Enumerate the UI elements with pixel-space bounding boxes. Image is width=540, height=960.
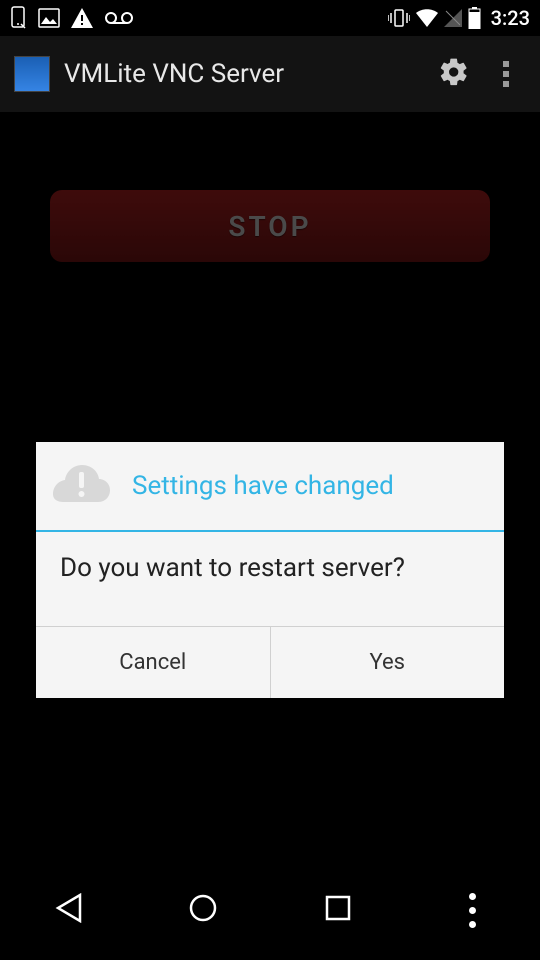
overflow-dot-icon bbox=[503, 71, 509, 77]
overflow-dot-icon bbox=[503, 61, 509, 67]
dialog-message: Do you want to restart server? bbox=[60, 552, 480, 586]
overflow-dot-icon bbox=[503, 81, 509, 87]
status-left bbox=[10, 6, 134, 30]
home-icon bbox=[188, 893, 218, 927]
nav-home-button[interactable] bbox=[163, 880, 243, 940]
warning-cloud-icon bbox=[50, 462, 112, 510]
nav-back-button[interactable] bbox=[28, 880, 108, 940]
nav-dot-icon bbox=[469, 907, 476, 914]
warning-icon bbox=[70, 7, 94, 29]
overflow-menu-button[interactable] bbox=[486, 48, 526, 100]
status-bar: 3:23 bbox=[0, 0, 540, 36]
vibrate-icon bbox=[388, 8, 410, 28]
status-time: 3:23 bbox=[491, 6, 530, 30]
status-right: 3:23 bbox=[388, 6, 530, 30]
back-icon bbox=[54, 893, 82, 927]
dialog-title: Settings have changed bbox=[132, 471, 394, 501]
nav-bar bbox=[0, 860, 540, 960]
content-area: STOP Settings have changed Do you want t… bbox=[0, 112, 540, 860]
dialog-buttons: Cancel Yes bbox=[36, 626, 504, 698]
image-icon bbox=[38, 8, 60, 28]
nav-more-button[interactable] bbox=[433, 880, 513, 940]
battery-icon bbox=[468, 7, 481, 29]
settings-button[interactable] bbox=[428, 48, 480, 100]
nav-dot-icon bbox=[469, 921, 476, 928]
wifi-icon bbox=[416, 9, 438, 27]
app-bar: VMLite VNC Server bbox=[0, 36, 540, 112]
gear-icon bbox=[438, 56, 470, 92]
cancel-button[interactable]: Cancel bbox=[36, 627, 271, 698]
dialog-message-area: Do you want to restart server? bbox=[36, 532, 504, 626]
yes-button[interactable]: Yes bbox=[271, 627, 505, 698]
nav-dot-icon bbox=[469, 893, 476, 900]
dialog-titlebar: Settings have changed bbox=[36, 442, 504, 532]
signal-icon bbox=[444, 9, 462, 27]
recents-icon bbox=[325, 895, 351, 925]
dialog: Settings have changed Do you want to res… bbox=[36, 442, 504, 698]
app-title: VMLite VNC Server bbox=[64, 59, 428, 89]
app-icon bbox=[14, 56, 50, 92]
voicemail-icon bbox=[104, 11, 134, 25]
nav-recents-button[interactable] bbox=[298, 880, 378, 940]
phone-notification-icon bbox=[10, 6, 28, 30]
